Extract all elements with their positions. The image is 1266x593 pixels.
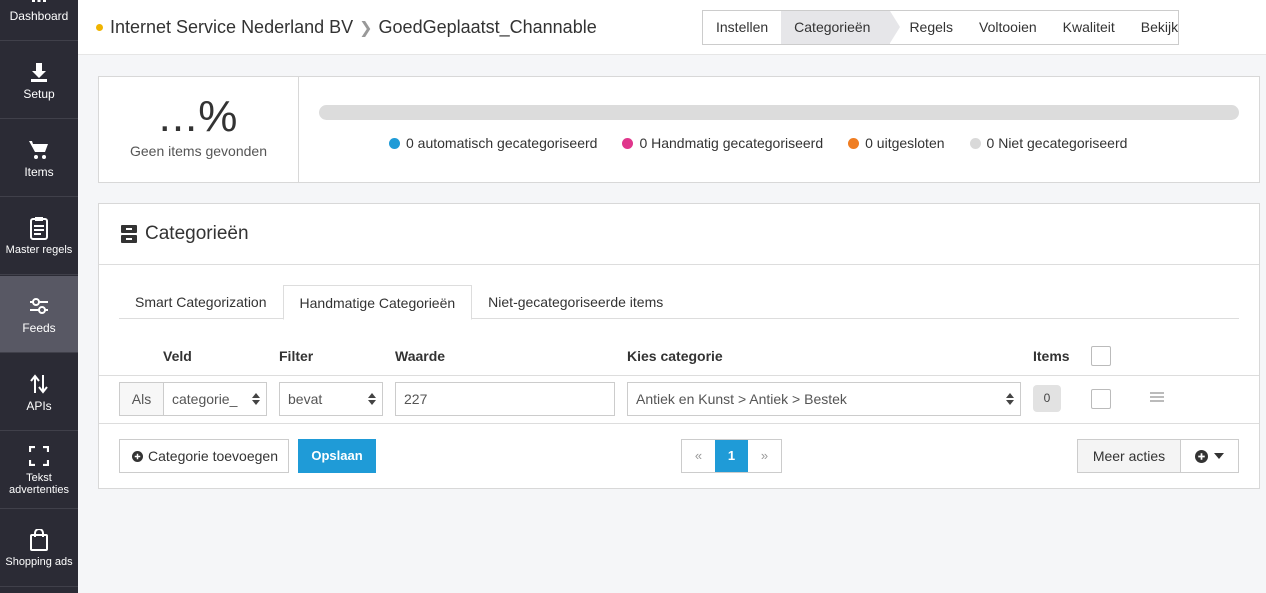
waarde-input[interactable]: 227 [395,382,615,416]
legend-swatch [622,137,634,149]
step-voltooien[interactable]: Voltooien [966,11,1050,44]
select-arrows-icon [252,393,260,405]
sidebar-item-items[interactable]: Items [0,120,78,197]
step-kwaliteit[interactable]: Kwaliteit [1050,11,1128,44]
sidebar-item-shopping-ads[interactable]: Shopping ads [0,510,78,587]
plus-circle-icon [132,450,143,462]
step-regels[interactable]: Regels [890,11,966,44]
sidebar-item-tekst-advertenties[interactable]: Tekst advertenties [0,432,78,509]
categorization-stats: ...% Geen items gevonden 0 automatisch g… [98,76,1260,183]
sliders-icon [27,294,51,318]
sidebar-item-label: Tekst advertenties [9,472,69,496]
tab-smart-categorization[interactable]: Smart Categorization [119,285,283,319]
pager-next[interactable]: » [748,440,781,472]
legend-automatic: 0 automatisch gecategoriseerd [389,135,597,151]
progress-bar [319,105,1239,120]
bag-icon [27,528,51,552]
veld-value: categorie_ [172,391,238,407]
legend-swatch [848,137,860,149]
add-dropdown-button[interactable] [1180,439,1239,473]
pager-current[interactable]: 1 [715,440,748,472]
column-header-items: Items [1033,348,1070,364]
sidebar-item-label: Shopping ads [5,556,73,568]
wizard-steps: Instellen Categorieën Regels Voltooien K… [702,10,1179,45]
add-category-label: Categorie toevoegen [148,448,278,464]
stats-percent: ...% [158,92,239,141]
clipboard-icon [27,216,51,240]
column-header-waarde: Waarde [395,348,446,364]
add-category-button[interactable]: Categorie toevoegen [119,439,289,473]
row-checkbox[interactable] [1091,389,1111,409]
pager-prev[interactable]: « [682,440,715,472]
legend-label: 0 uitgesloten [865,135,945,151]
breadcrumb-company[interactable]: Internet Service Nederland BV [110,17,353,38]
filter-value: bevat [288,391,323,407]
sidebar-item-feeds[interactable]: Feeds [0,276,78,353]
legend-label: 0 Handmatig gecategoriseerd [639,135,824,151]
column-header-kies-categorie: Kies categorie [627,348,723,364]
sidebar-item-label: Feeds [22,321,56,335]
caret-down-icon [1214,453,1224,459]
sidebar-item-label: Dashboard [9,9,69,23]
sidebar: Dashboard Setup Items Master regels Feed… [0,0,78,593]
filter-select[interactable]: bevat [279,382,383,416]
legend-swatch [389,137,400,149]
categories-panel: Categorieën Smart Categorization Handmat… [98,203,1260,489]
select-arrows-icon [368,393,376,405]
veld-select[interactable]: categorie_ [163,382,267,416]
legend-uncategorized: 0 Niet gecategoriseerd [969,135,1128,151]
sidebar-item-label: APIs [26,399,52,413]
divider [99,264,1259,265]
sidebar-item-setup[interactable]: Setup [0,42,78,119]
tab-niet-gecategoriseerde-items[interactable]: Niet-gecategoriseerde items [472,285,679,319]
plus-circle-icon [1195,449,1208,463]
stats-no-items: Geen items gevonden [130,143,267,159]
select-arrows-icon [1006,393,1014,405]
column-header-filter: Filter [279,348,314,364]
chevron-right-icon: ❯ [359,19,373,37]
stats-summary: ...% Geen items gevonden [99,77,299,182]
category-tabs: Smart Categorization Handmatige Categori… [119,285,1239,320]
dashboard-icon [27,0,51,6]
legend-label: 0 Niet gecategoriseerd [986,135,1128,151]
save-button[interactable]: Opslaan [298,439,376,473]
column-header-veld: Veld [163,348,192,364]
step-instellen[interactable]: Instellen [703,11,781,44]
items-count-badge: 0 [1033,385,1061,412]
panel-title: Categorieën [121,223,249,245]
sidebar-item-dashboard[interactable]: Dashboard [0,0,78,41]
status-dot [96,24,103,31]
category-select[interactable]: Antiek en Kunst > Antiek > Bestek [627,382,1021,416]
arrows-updown-icon [27,372,51,396]
rule-prefix: Als [119,382,164,416]
top-header: Internet Service Nederland BV ❯ GoedGepl… [78,0,1266,55]
more-actions-button[interactable]: Meer acties [1077,439,1181,473]
drag-handle-icon[interactable] [1150,392,1164,404]
pagination: « 1 » [681,439,782,473]
stats-legend: 0 automatisch gecategoriseerd 0 Handmati… [389,135,1152,151]
sidebar-item-apis[interactable]: APIs [0,354,78,431]
breadcrumb-feed[interactable]: GoedGeplaatst_Channable [379,17,597,38]
tab-handmatige-categorieen[interactable]: Handmatige Categorieën [282,285,473,320]
select-all-checkbox[interactable] [1091,346,1111,366]
legend-swatch [969,137,981,149]
step-bekijk[interactable]: Bekijk [1128,11,1191,44]
sidebar-item-master-regels[interactable]: Master regels [0,198,78,275]
divider [99,375,1259,376]
sidebar-item-label: Items [24,165,54,179]
legend-manual: 0 Handmatig gecategoriseerd [622,135,823,151]
divider [99,423,1259,424]
expand-icon [27,444,51,468]
archive-icon [121,225,137,243]
panel-title-text: Categorieën [145,223,249,244]
legend-label: 0 automatisch gecategoriseerd [406,135,598,151]
sidebar-item-label: Master regels [5,244,73,256]
breadcrumb: Internet Service Nederland BV ❯ GoedGepl… [96,17,597,38]
download-icon [27,60,51,84]
sidebar-item-label: Setup [23,87,55,101]
step-categorieen[interactable]: Categorieën [781,11,901,44]
legend-excluded: 0 uitgesloten [848,135,945,151]
category-value: Antiek en Kunst > Antiek > Bestek [636,391,847,407]
cart-icon [27,138,51,162]
